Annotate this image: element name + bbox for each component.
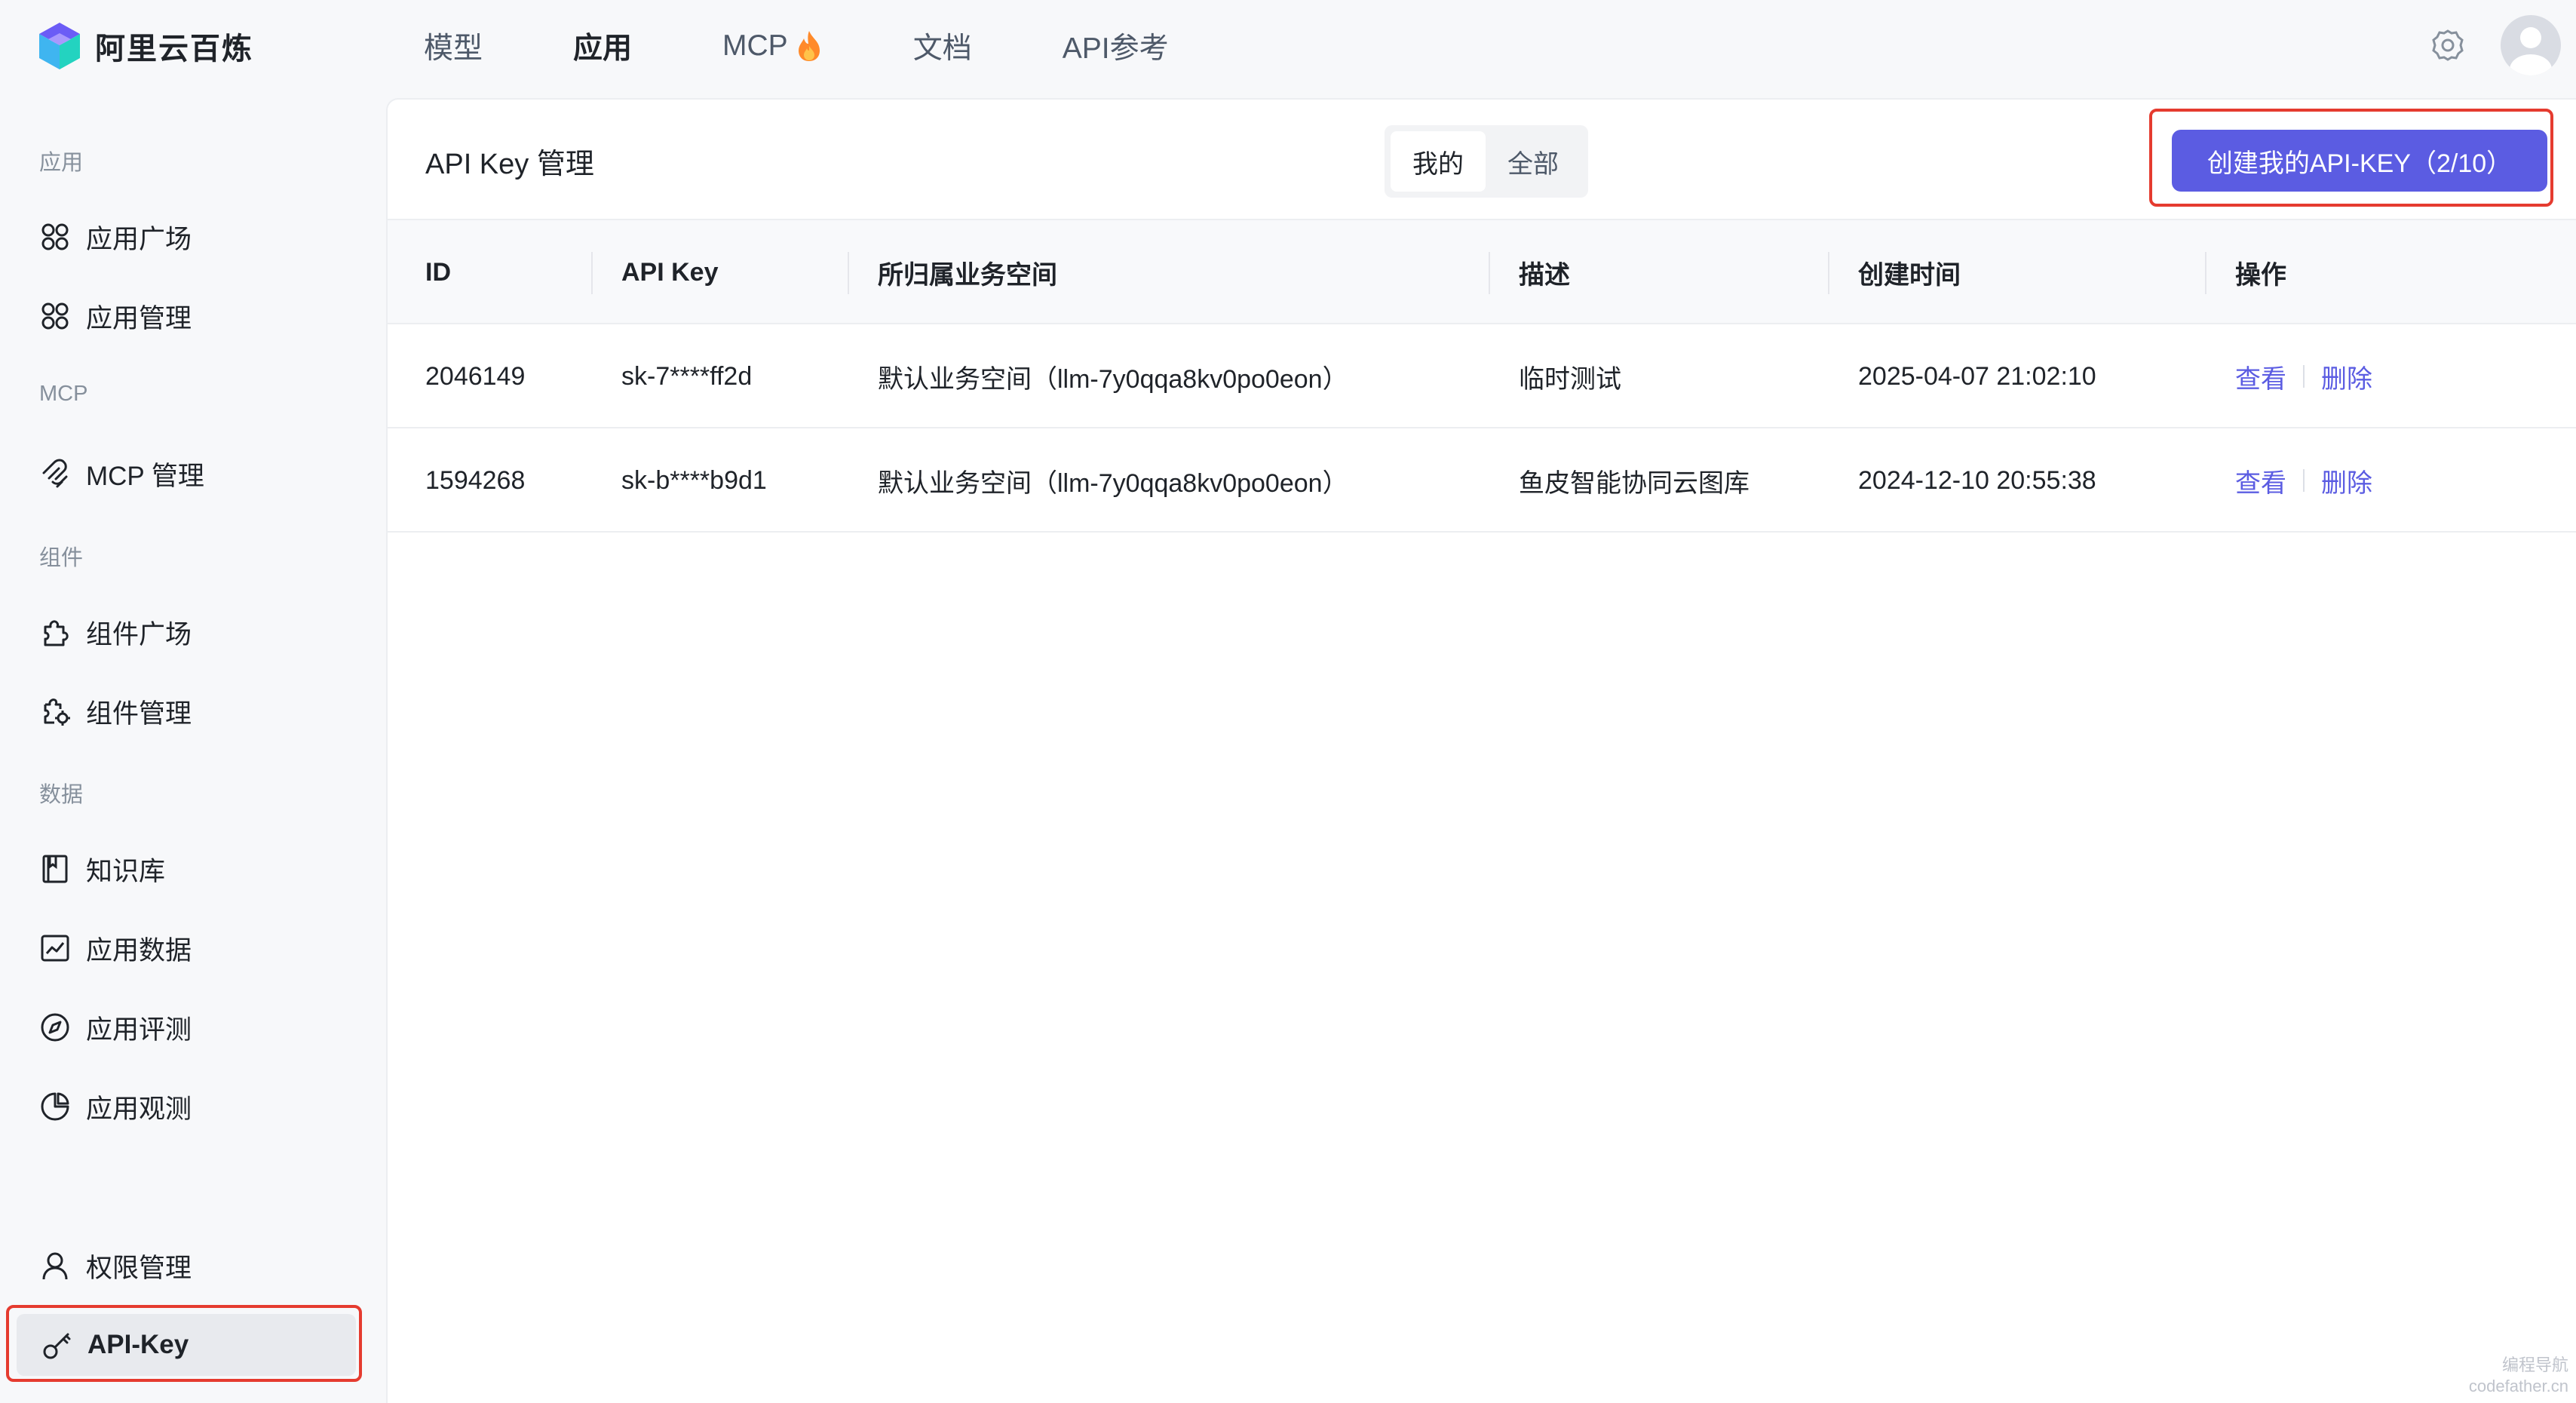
sidebar-item-label: 应用评测 [86, 1015, 192, 1045]
cell-description: 鱼皮智能协同云图库 [1519, 468, 1750, 498]
sidebar-item-permission-management[interactable]: 权限管理 [39, 1242, 192, 1290]
avatar[interactable] [2501, 15, 2561, 75]
topnav-item-models[interactable]: 模型 [424, 25, 483, 67]
cell-workspace: 默认业务空间（llm-7y0qqa8kv0po0eon） [878, 468, 1348, 498]
sidebar-item-label: 应用观测 [86, 1094, 192, 1124]
sidebar-item-app-evaluation[interactable]: 应用评测 [39, 1003, 192, 1051]
tab-all[interactable]: 全部 [1486, 131, 1581, 192]
user-icon [42, 1252, 68, 1280]
brand[interactable]: 阿里云百炼 [38, 21, 253, 71]
create-api-key-button[interactable]: 创建我的API-KEY（2/10） [2172, 130, 2547, 192]
sidebar-item-label: MCP 管理 [86, 461, 204, 491]
sidebar-item-component-square[interactable]: 组件广场 [39, 608, 192, 656]
cell-id: 2046149 [425, 361, 526, 391]
sidebar-section-data: 数据 [39, 783, 84, 807]
sidebar-item-app-observation[interactable]: 应用观测 [39, 1082, 192, 1131]
topnav-item-api-reference[interactable]: API参考 [1063, 25, 1169, 67]
sidebar-item-label: 应用广场 [86, 224, 192, 254]
cell-description: 临时测试 [1519, 364, 1621, 394]
sidebar-item-label: 组件管理 [86, 698, 192, 729]
cell-created-time: 2024-12-10 20:55:38 [1858, 465, 2096, 495]
brand-logo-icon [39, 23, 80, 69]
topnav-label: 应用 [573, 32, 633, 65]
sidebar-item-label: 权限管理 [86, 1253, 192, 1283]
view-link[interactable]: 查看 [2235, 358, 2286, 395]
sidebar-item-label: 知识库 [86, 856, 166, 886]
sidebar-item-label: API-Key [87, 1330, 189, 1359]
watermark: 编程导航 codefather.cn [2469, 1355, 2568, 1397]
topnav-item-apps[interactable]: 应用 [573, 25, 632, 67]
cell-id: 1594268 [425, 465, 526, 495]
topnav-label: MCP [722, 29, 788, 62]
sidebar: 应用 应用广场 应用管理 MCP MCP 管理 组件 组件广场 组件管理 数据 … [0, 95, 386, 1403]
column-divider [848, 252, 849, 294]
sidebar-section-apps: 应用 [39, 151, 84, 175]
cell-actions: 查看 删除 [2235, 324, 2372, 428]
watermark-line: codefather.cn [2468, 1377, 2568, 1395]
cell-api-key: sk-b****b9d1 [621, 465, 767, 495]
grid-icon [41, 302, 69, 330]
column-header-created-time: 创建时间 [1858, 260, 1961, 290]
sidebar-item-api-key[interactable]: API-Key [17, 1314, 356, 1376]
column-header-id: ID [425, 257, 451, 287]
top-bar: 阿里云百炼 模型 应用 MCP 文档 API参考 [0, 0, 2576, 95]
watermark-line: 编程导航 [2501, 1355, 2568, 1374]
action-divider [2303, 469, 2305, 492]
topnav-label: 模型 [424, 32, 483, 65]
column-divider [1489, 252, 1490, 294]
fire-icon [798, 31, 820, 61]
gear-icon[interactable] [2430, 27, 2466, 63]
delete-link[interactable]: 删除 [2321, 358, 2372, 395]
column-header-actions: 操作 [2235, 260, 2286, 290]
topnav-item-mcp[interactable]: MCP [722, 29, 823, 63]
book-icon [42, 855, 68, 883]
puzzle-gear-icon [44, 698, 70, 726]
main-panel: API Key 管理 我的 全部 创建我的API-KEY（2/10） ID AP… [386, 98, 2576, 1403]
sidebar-item-app-square[interactable]: 应用广场 [39, 213, 192, 261]
sidebar-item-label: 组件广场 [86, 619, 192, 649]
sidebar-item-app-data[interactable]: 应用数据 [39, 924, 192, 972]
pie-icon [41, 1092, 69, 1121]
table-header: ID API Key 所归属业务空间 描述 创建时间 操作 [388, 220, 2576, 324]
delete-link[interactable]: 删除 [2321, 462, 2372, 499]
column-header-description: 描述 [1519, 260, 1570, 290]
top-nav: 模型 应用 MCP 文档 API参考 [424, 23, 1259, 69]
sidebar-item-knowledge-base[interactable]: 知识库 [39, 845, 165, 893]
sidebar-section-mcp: MCP [39, 382, 88, 406]
tab-mine[interactable]: 我的 [1391, 131, 1486, 192]
topnav-label: API参考 [1062, 32, 1169, 65]
grid-icon [41, 223, 69, 250]
sidebar-section-components: 组件 [39, 546, 84, 570]
sidebar-item-app-management[interactable]: 应用管理 [39, 292, 192, 340]
page-title: API Key 管理 [425, 149, 594, 180]
cell-actions: 查看 删除 [2235, 428, 2372, 533]
mcp-icon [42, 459, 68, 488]
sidebar-item-label: 应用数据 [86, 935, 192, 966]
key-icon [43, 1333, 71, 1359]
cell-api-key: sk-7****ff2d [621, 361, 753, 391]
brand-name: 阿里云百炼 [95, 32, 253, 66]
puzzle-icon [44, 620, 69, 646]
column-header-workspace: 所归属业务空间 [878, 260, 1057, 290]
action-divider [2303, 365, 2305, 388]
cell-created-time: 2025-04-07 21:02:10 [1858, 361, 2096, 391]
user-avatar-icon [2510, 27, 2552, 75]
table-row: 2046149 sk-7****ff2d 默认业务空间（llm-7y0qqa8k… [388, 324, 2576, 428]
compass-icon [41, 1013, 69, 1042]
panel-header: API Key 管理 我的 全部 创建我的API-KEY（2/10） [388, 100, 2576, 220]
column-divider [591, 252, 593, 294]
table-row: 1594268 sk-b****b9d1 默认业务空间（llm-7y0qqa8k… [388, 428, 2576, 533]
column-header-api-key: API Key [621, 257, 719, 287]
sidebar-item-mcp-management[interactable]: MCP 管理 [39, 450, 204, 498]
sidebar-item-label: 应用管理 [86, 303, 192, 333]
chart-icon [41, 935, 69, 962]
cell-workspace: 默认业务空间（llm-7y0qqa8kv0po0eon） [878, 364, 1348, 394]
column-divider [2205, 252, 2206, 294]
column-divider [1828, 252, 1829, 294]
topnav-label: 文档 [912, 32, 972, 65]
topnav-item-docs[interactable]: 文档 [913, 25, 972, 67]
sidebar-item-component-management[interactable]: 组件管理 [39, 687, 192, 735]
scope-tabs: 我的 全部 [1385, 125, 1588, 198]
view-link[interactable]: 查看 [2235, 462, 2286, 499]
